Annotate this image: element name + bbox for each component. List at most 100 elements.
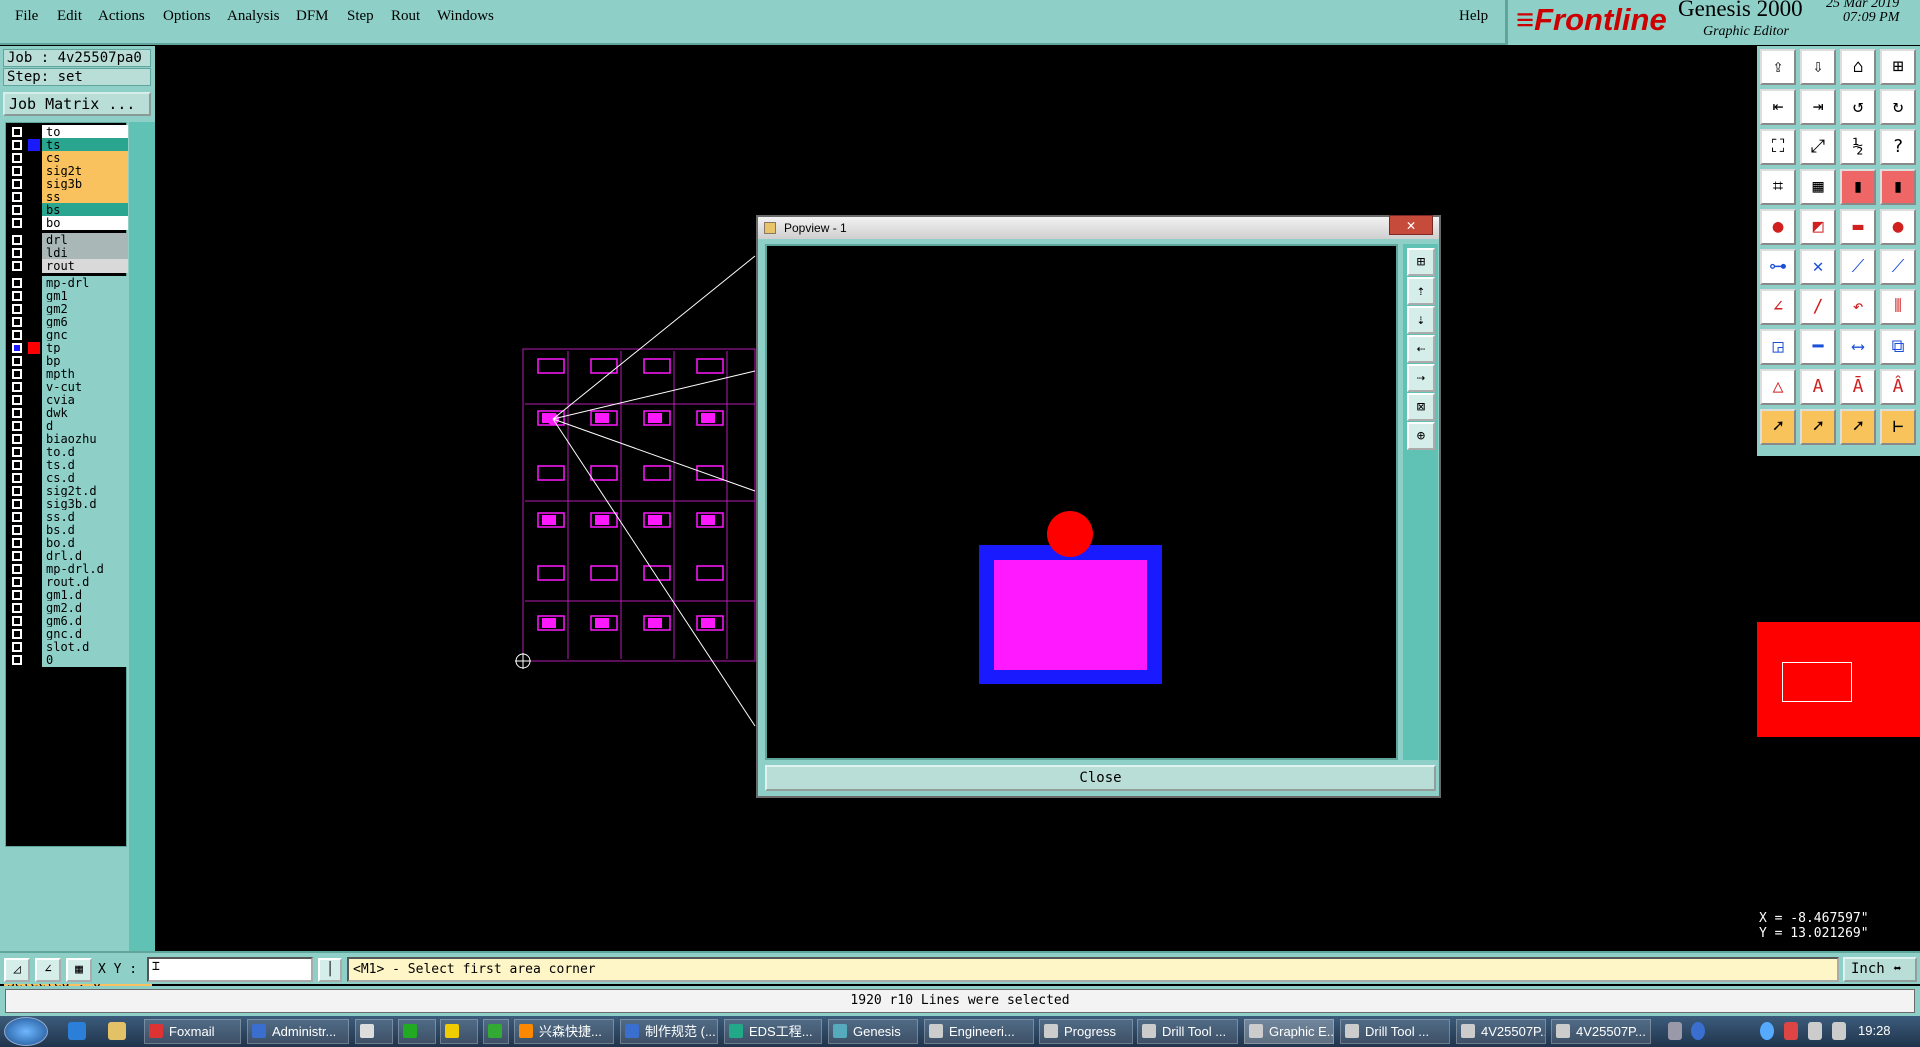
layer-name[interactable]: slot.d <box>42 640 128 654</box>
layer-row-bo.d[interactable]: bo.d <box>6 536 128 550</box>
layer-row-v-cut[interactable]: v-cut <box>6 380 128 394</box>
layer-name[interactable]: gm1 <box>42 289 128 303</box>
layer-color-swatch[interactable] <box>28 511 40 523</box>
layer-name[interactable]: cvia <box>42 393 128 407</box>
tray-keyboard-icon[interactable] <box>1668 1022 1682 1040</box>
layer-checkbox[interactable] <box>12 577 22 587</box>
layer-row-mp-drl.d[interactable]: mp-drl.d <box>6 562 128 576</box>
popview-close-button[interactable]: Close <box>765 765 1436 791</box>
a-cap-icon[interactable]: Ā <box>1840 369 1876 405</box>
layer-checkbox[interactable] <box>12 291 22 301</box>
taskbar-item[interactable]: Graphic E... <box>1244 1019 1334 1044</box>
menu-dfm[interactable]: DFM <box>296 8 329 25</box>
layer-row-sig3b[interactable]: sig3b <box>6 177 128 191</box>
dot-icon[interactable]: ● <box>1880 209 1916 245</box>
layer-checkbox[interactable] <box>12 655 22 665</box>
taskbar-item[interactable]: Drill Tool ... <box>1340 1019 1450 1044</box>
menu-options[interactable]: Options <box>163 8 211 25</box>
layer-name[interactable]: gm2 <box>42 302 128 316</box>
dash-icon[interactable]: ━ <box>1800 329 1836 365</box>
layer-color-swatch[interactable] <box>28 602 40 614</box>
layer-color-swatch[interactable] <box>28 498 40 510</box>
angle-icon[interactable]: ∠ <box>1760 289 1796 325</box>
layer-color-swatch[interactable] <box>28 152 40 164</box>
layer-color-swatch[interactable] <box>28 126 40 138</box>
layer-color-swatch[interactable] <box>28 485 40 497</box>
layer-row-d[interactable]: d <box>6 419 128 433</box>
layer-color-swatch[interactable] <box>28 394 40 406</box>
layer-checkbox[interactable] <box>12 408 22 418</box>
layer-name[interactable]: to <box>42 125 128 139</box>
layer-name[interactable]: dwk <box>42 406 128 420</box>
layer-checkbox[interactable] <box>12 127 22 137</box>
layer-checkbox[interactable] <box>12 499 22 509</box>
layer-row-rout.d[interactable]: rout.d <box>6 575 128 589</box>
layer-color-swatch[interactable] <box>28 446 40 458</box>
pop-right-icon[interactable]: ⇢ <box>1407 364 1435 392</box>
layer-color-swatch[interactable] <box>28 407 40 419</box>
layer-checkbox[interactable] <box>12 538 22 548</box>
taskbar-item[interactable] <box>355 1019 393 1044</box>
layer-row-sig2t.d[interactable]: sig2t.d <box>6 484 128 498</box>
select-tree-icon[interactable]: ⊢ <box>1880 409 1916 445</box>
layer-color-swatch[interactable] <box>28 303 40 315</box>
menu-step[interactable]: Step <box>347 8 374 25</box>
layer-row-sig3b.d[interactable]: sig3b.d <box>6 497 128 511</box>
layer-row-rout[interactable]: rout <box>6 259 128 273</box>
menu-windows[interactable]: Windows <box>437 8 494 25</box>
layer-color-swatch[interactable] <box>28 329 40 341</box>
layer-name[interactable]: bs <box>42 203 128 217</box>
tray-flag-icon[interactable] <box>1784 1022 1798 1040</box>
tray-volume-icon[interactable] <box>1832 1022 1846 1040</box>
layer-row-bs[interactable]: bs <box>6 203 128 217</box>
dump-up-icon[interactable]: ⇪ <box>1760 49 1796 85</box>
parallel-icon[interactable]: ⫴ <box>1880 289 1916 325</box>
menu-rout[interactable]: Rout <box>391 8 420 25</box>
layer-name[interactable]: biaozhu <box>42 432 128 446</box>
layer-checkbox[interactable] <box>12 642 22 652</box>
layer-row-bp[interactable]: bp <box>6 354 128 368</box>
layer-checkbox[interactable] <box>12 330 22 340</box>
layer-color-swatch[interactable] <box>28 537 40 549</box>
pop-fit-icon[interactable]: ⊠ <box>1407 393 1435 421</box>
dump-down-icon[interactable]: ⇩ <box>1800 49 1836 85</box>
draw-icon[interactable]: ◩ <box>1800 209 1836 245</box>
layer-color-swatch[interactable] <box>28 459 40 471</box>
layer-color-swatch[interactable] <box>28 342 40 354</box>
layer-color-swatch[interactable] <box>28 191 40 203</box>
measure-icon[interactable]: ⌗ <box>1760 169 1796 205</box>
layer-red2-icon[interactable]: ▮ <box>1880 169 1916 205</box>
menu-edit[interactable]: Edit <box>57 8 82 25</box>
layer-row-cs[interactable]: cs <box>6 151 128 165</box>
layer-color-swatch[interactable] <box>28 472 40 484</box>
layer-checkbox[interactable] <box>12 261 22 271</box>
pad-icon[interactable]: ● <box>1760 209 1796 245</box>
layer-color-swatch[interactable] <box>28 628 40 640</box>
layer-name[interactable]: ss.d <box>42 510 128 524</box>
layer-checkbox[interactable] <box>12 153 22 163</box>
taskbar-item[interactable]: Administr... <box>247 1019 349 1044</box>
fit-icon[interactable]: ⛶ <box>1760 129 1796 165</box>
layer-name[interactable]: bp <box>42 354 128 368</box>
taskbar-item[interactable]: EDS工程... <box>724 1019 822 1044</box>
layer-checkbox[interactable] <box>12 218 22 228</box>
layer-checkbox[interactable] <box>12 317 22 327</box>
menu-actions[interactable]: Actions <box>98 8 145 25</box>
layer-color-swatch[interactable] <box>28 178 40 190</box>
overview-panel[interactable] <box>1757 456 1920 911</box>
layer-name[interactable]: ts.d <box>42 458 128 472</box>
taskbar-item[interactable] <box>440 1019 478 1044</box>
layer-checkbox[interactable] <box>12 590 22 600</box>
delta-icon[interactable]: △ <box>1760 369 1796 405</box>
layer-checkbox[interactable] <box>12 179 22 189</box>
select-arrow3-icon[interactable]: ➚ <box>1840 409 1876 445</box>
layer-checkbox[interactable] <box>12 304 22 314</box>
layer-row-tp[interactable]: tp <box>6 341 128 355</box>
layer-row-mp-drl[interactable]: mp-drl <box>6 276 128 290</box>
layer-name[interactable]: ss <box>42 190 128 204</box>
layer-row-to[interactable]: to <box>6 125 128 139</box>
pop-left-icon[interactable]: ⇠ <box>1407 335 1435 363</box>
pop-zoom-icon[interactable]: ⊞ <box>1407 248 1435 276</box>
menu-help[interactable]: Help <box>1459 8 1488 25</box>
layer-name[interactable]: 0 <box>42 653 128 667</box>
